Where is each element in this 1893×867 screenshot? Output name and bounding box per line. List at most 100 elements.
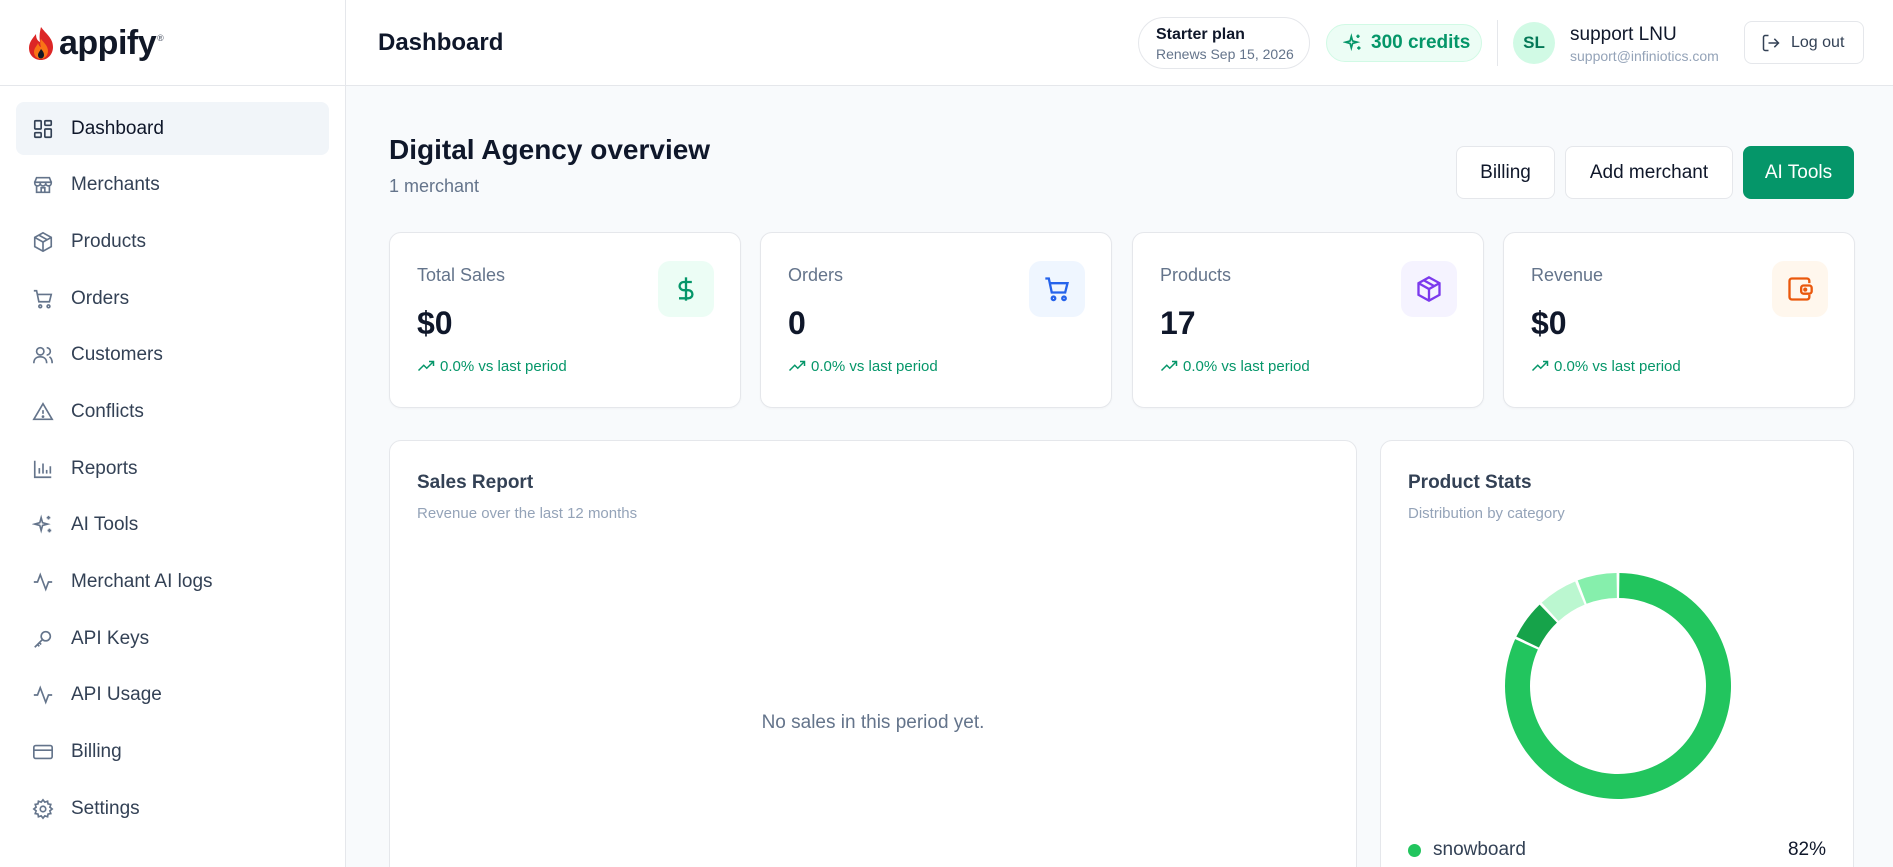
sidebar-item-label: Products xyxy=(71,230,146,252)
stat-icon-box xyxy=(1029,261,1085,317)
sidebar-item-label: API Keys xyxy=(71,627,150,649)
stat-trend: 0.0% vs last period xyxy=(1531,357,1681,375)
billing-button[interactable]: Billing xyxy=(1456,146,1555,199)
legend-item: snowboard 82% xyxy=(1408,839,1826,861)
stat-icon-box xyxy=(1401,261,1457,317)
activity-icon xyxy=(32,571,54,593)
stat-value: 0 xyxy=(788,305,806,341)
stat-label: Products xyxy=(1160,265,1232,285)
stat-value: $0 xyxy=(1531,305,1567,341)
sidebar-nav: Dashboard Merchants Products Orders Cust… xyxy=(0,86,345,835)
stat-trend-text: 0.0% vs last period xyxy=(1554,357,1681,375)
avatar[interactable]: SL xyxy=(1513,22,1555,64)
stat-card-revenue: Revenue $0 0.0% vs last period xyxy=(1503,232,1855,408)
stat-label: Orders xyxy=(788,265,844,285)
sidebar-item-label: Merchants xyxy=(71,174,160,196)
activity-icon xyxy=(32,684,54,706)
cart-icon xyxy=(32,288,54,310)
panel-title: Sales Report xyxy=(417,472,534,493)
sidebar-item-label: Conflicts xyxy=(71,400,144,422)
empty-state-message: No sales in this period yet. xyxy=(761,712,985,733)
sidebar-item-label: Reports xyxy=(71,457,138,479)
stat-trend-text: 0.0% vs last period xyxy=(811,357,938,375)
sidebar-item-products[interactable]: Products xyxy=(16,215,329,268)
donut-slice-3[interactable] xyxy=(1577,573,1617,604)
add-merchant-button[interactable]: Add merchant xyxy=(1565,146,1733,199)
sidebar-item-merchant-ai-logs[interactable]: Merchant AI logs xyxy=(16,556,329,609)
credits-label: 300 credits xyxy=(1371,32,1471,53)
page-title: Dashboard xyxy=(378,29,504,56)
product-stats-panel: Product Stats Distribution by category s… xyxy=(1380,440,1854,867)
plan-badge[interactable]: Starter plan Renews Sep 15, 2026 xyxy=(1138,17,1310,69)
logout-icon xyxy=(1762,34,1780,51)
sidebar-item-label: Settings xyxy=(71,797,140,819)
sidebar-item-label: AI Tools xyxy=(71,514,139,536)
sidebar-item-settings[interactable]: Settings xyxy=(16,782,329,835)
sidebar-item-orders[interactable]: Orders xyxy=(16,272,329,325)
stat-trend: 0.0% vs last period xyxy=(788,357,938,375)
sidebar-item-reports[interactable]: Reports xyxy=(16,442,329,495)
sidebar-item-label: Dashboard xyxy=(71,117,164,139)
wallet-icon xyxy=(1788,277,1813,301)
trending-up-icon xyxy=(1531,360,1549,372)
user-name: support LNU xyxy=(1570,24,1677,45)
sidebar-item-label: Orders xyxy=(71,287,130,309)
sidebar-item-label: Billing xyxy=(71,741,122,763)
sidebar: appify® Dashboard Merchants Products Ord… xyxy=(0,0,346,867)
sidebar-item-label: Customers xyxy=(71,344,163,366)
panel-subtitle: Revenue over the last 12 months xyxy=(417,505,638,522)
credits-badge[interactable]: 300 credits xyxy=(1326,24,1482,62)
stat-trend-text: 0.0% vs last period xyxy=(1183,357,1310,375)
trending-up-icon xyxy=(788,360,806,372)
legend-label: snowboard xyxy=(1433,839,1526,860)
flame-logo-icon xyxy=(29,26,53,60)
cart-icon xyxy=(1045,277,1069,302)
sidebar-item-ai-tools[interactable]: AI Tools xyxy=(16,499,329,552)
sidebar-item-label: Merchant AI logs xyxy=(71,571,213,592)
plan-renew-date: Renews Sep 15, 2026 xyxy=(1156,46,1294,62)
sidebar-item-api-usage[interactable]: API Usage xyxy=(16,669,329,722)
stat-label: Total Sales xyxy=(417,265,506,285)
legend-percent: 82% xyxy=(1787,839,1826,860)
stat-card-orders: Orders 0 0.0% vs last period xyxy=(760,232,1112,408)
dollar-icon xyxy=(678,277,694,301)
warning-triangle-icon xyxy=(32,401,54,423)
stat-icon-box xyxy=(658,261,714,317)
panel-title: Product Stats xyxy=(1408,472,1532,493)
donut-chart xyxy=(1505,573,1731,799)
overview-title: Digital Agency overview xyxy=(389,134,711,165)
sparkles-icon xyxy=(1343,33,1361,52)
stat-value: $0 xyxy=(417,305,453,341)
sidebar-item-conflicts[interactable]: Conflicts xyxy=(16,385,329,438)
trending-up-icon xyxy=(1160,360,1178,372)
sidebar-item-merchants[interactable]: Merchants xyxy=(16,159,329,212)
sidebar-item-customers[interactable]: Customers xyxy=(16,329,329,382)
logout-button[interactable]: Log out xyxy=(1744,21,1864,64)
stat-trend: 0.0% vs last period xyxy=(417,357,567,375)
brand-logo[interactable]: appify® xyxy=(0,0,345,86)
legend-color-dot xyxy=(1408,843,1421,857)
box-icon xyxy=(1417,275,1441,303)
sidebar-item-label: API Usage xyxy=(71,684,162,706)
dashboard-grid-icon xyxy=(32,118,54,140)
key-icon xyxy=(32,628,54,650)
stat-label: Revenue xyxy=(1531,265,1604,285)
box-icon xyxy=(32,231,54,253)
stat-card-products: Products 17 0.0% vs last period xyxy=(1132,232,1484,408)
sidebar-item-billing[interactable]: Billing xyxy=(16,726,329,779)
ai-tools-button[interactable]: AI Tools xyxy=(1743,146,1854,199)
sparkles-icon xyxy=(32,514,54,536)
credit-card-icon xyxy=(32,741,54,763)
bar-chart-icon xyxy=(32,458,54,480)
users-icon xyxy=(32,344,54,366)
merchant-count: 1 merchant xyxy=(389,176,480,196)
sales-report-panel: Sales Report Revenue over the last 12 mo… xyxy=(389,440,1357,867)
stat-trend: 0.0% vs last period xyxy=(1160,357,1310,375)
brand-name: appify® xyxy=(59,23,164,62)
panel-subtitle: Distribution by category xyxy=(1408,505,1565,522)
gear-icon xyxy=(32,798,54,820)
trending-up-icon xyxy=(417,360,435,372)
sidebar-item-api-keys[interactable]: API Keys xyxy=(16,612,329,665)
stats-row: Total Sales $0 0.0% vs last period Order… xyxy=(389,232,1855,408)
sidebar-item-dashboard[interactable]: Dashboard xyxy=(16,102,329,155)
